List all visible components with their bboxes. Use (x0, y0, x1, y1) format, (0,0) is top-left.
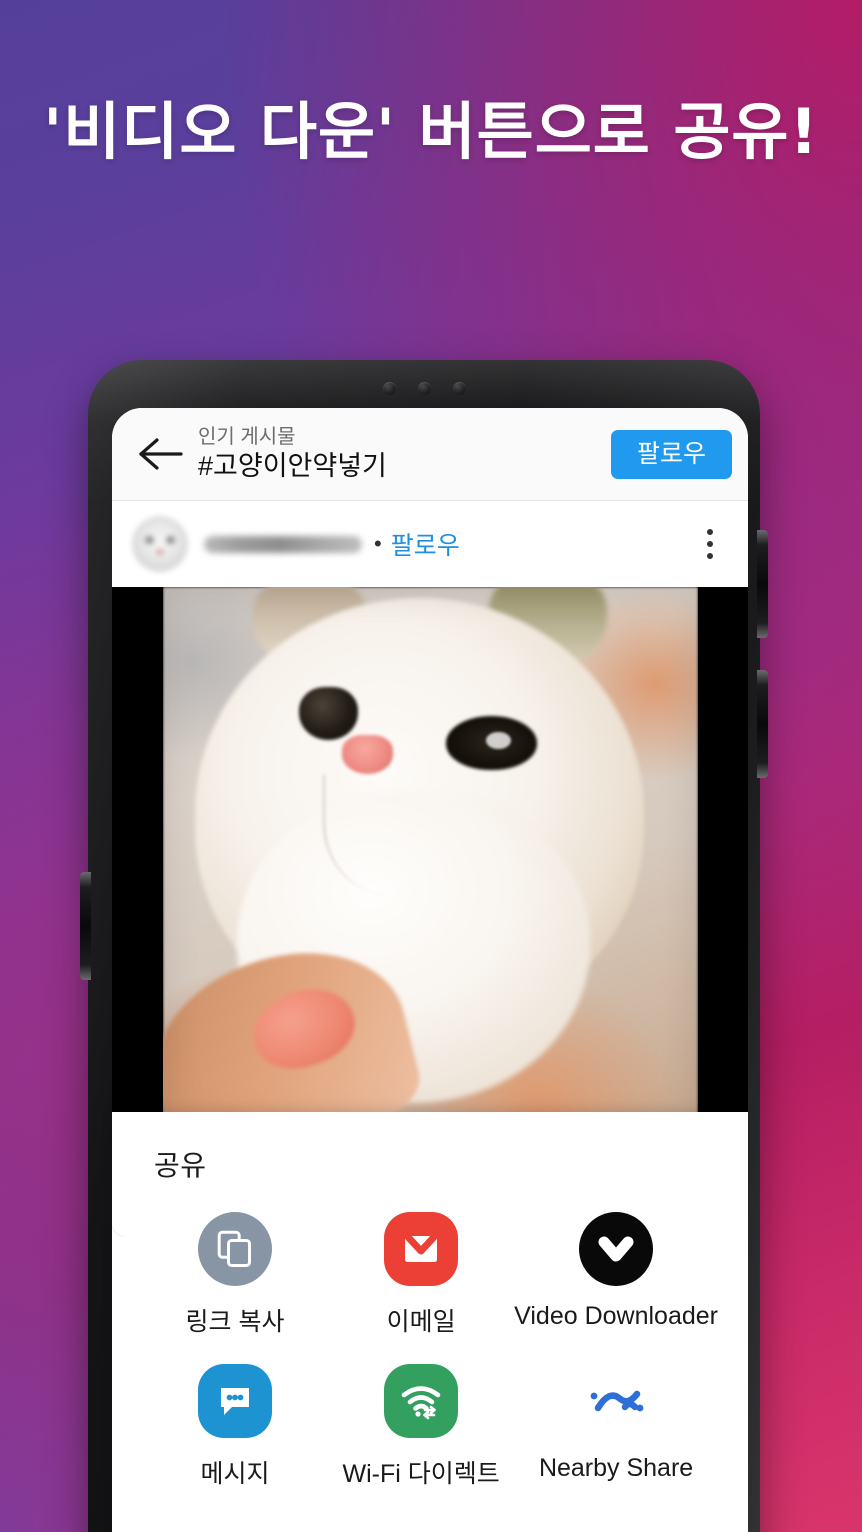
share-sheet-title: 공유 (154, 1150, 207, 1181)
message-icon (198, 1364, 273, 1438)
app-bar-titles: 인기 게시물 #고양이안약넣기 (188, 425, 611, 484)
avatar-detail (156, 549, 164, 555)
video-downloader-icon (579, 1212, 654, 1286)
share-target-nearby-share[interactable]: Nearby Share (514, 1364, 718, 1490)
app-bar-title: #고양이안약넣기 (198, 450, 387, 481)
kebab-menu-icon[interactable] (690, 518, 730, 570)
volume-down-button[interactable] (757, 670, 768, 778)
share-target-label: 링크 복사 (185, 1308, 285, 1336)
video-player[interactable] (112, 587, 748, 1125)
copy-link-icon (198, 1212, 273, 1286)
share-target-email[interactable]: 이메일 (328, 1212, 514, 1338)
phone-sensor-row (88, 382, 760, 395)
share-target-message[interactable]: 메시지 (142, 1364, 328, 1490)
share-target-copy-link[interactable]: 링크 복사 (142, 1212, 328, 1338)
back-arrow-icon[interactable] (134, 427, 188, 481)
video-vignette (163, 587, 698, 1125)
sensor-dot-icon (452, 382, 466, 395)
email-icon (384, 1212, 459, 1286)
share-target-wifi-direct[interactable]: Wi-Fi 다이렉트 (328, 1364, 514, 1490)
post-header: • 팔로우 (112, 501, 748, 587)
share-target-label: 메시지 (200, 1460, 270, 1488)
follow-user-link[interactable]: 팔로우 (391, 526, 460, 562)
avatar[interactable] (132, 516, 188, 572)
volume-up-button[interactable] (757, 530, 768, 638)
share-target-label: Nearby Share (538, 1454, 694, 1482)
separator-dot: • (374, 531, 382, 556)
sensor-dot-icon (382, 382, 396, 395)
share-target-label: Wi-Fi 다이렉트 (342, 1460, 500, 1488)
share-target-grid: 링크 복사 이메일 Video Downloader 메시지 Wi-Fi 다이렉… (112, 1212, 748, 1490)
share-target-label: 이메일 (386, 1308, 456, 1336)
promo-headline: '비디오 다운' 버튼으로 공유! (43, 95, 819, 168)
follow-hashtag-button[interactable]: 팔로우 (610, 429, 732, 479)
share-target-label: Video Downloader (514, 1302, 718, 1330)
app-bar-subtitle: 인기 게시물 (198, 425, 296, 448)
nearby-share-icon (579, 1364, 653, 1438)
share-sheet: 공유 링크 복사 이메일 Video Downloader 메시지 Wi-Fi … (112, 1112, 748, 1532)
video-frame (162, 587, 698, 1125)
share-target-video-downloader[interactable]: Video Downloader (514, 1212, 718, 1338)
sensor-dot-icon (417, 382, 431, 395)
app-bar: 인기 게시물 #고양이안약넣기 팔로우 (112, 408, 748, 501)
wifi-direct-icon (384, 1364, 459, 1438)
username-blurred[interactable] (204, 535, 362, 553)
power-button[interactable] (80, 872, 91, 980)
